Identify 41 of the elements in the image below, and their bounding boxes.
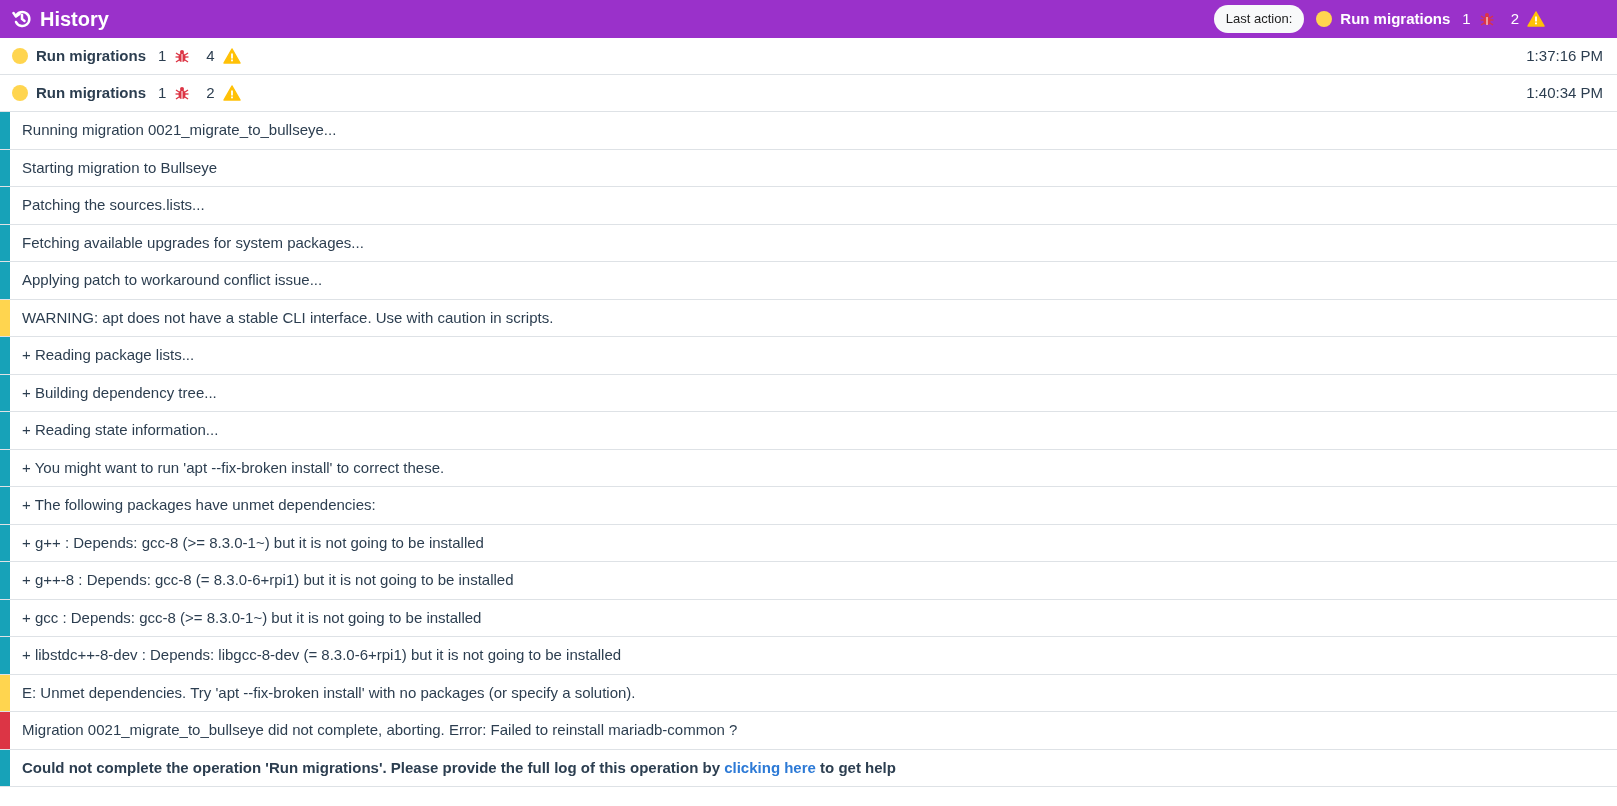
log-message: + Building dependency tree...: [22, 382, 217, 403]
header-title: History: [40, 7, 109, 32]
warning-icon: [222, 85, 241, 101]
help-link[interactable]: clicking here: [724, 758, 816, 776]
log-message: + The following packages have unmet dependencies:: [22, 495, 376, 515]
log-message: + gcc : Depends: gcc-8 (>= 8.3.0-1~) but it is not going to be installed: [22, 607, 482, 628]
bug-icon: [174, 48, 191, 64]
log-message: Patching the sources.lists...: [22, 195, 205, 215]
warning-icon: [1527, 11, 1545, 27]
last-action-label: Last action:: [1213, 5, 1305, 33]
log-message: Running migration 0021_migrate_to_bullseye...: [22, 120, 337, 140]
operation-row[interactable]: Run migrations 1 4 1:37:16 PM: [0, 38, 1617, 75]
operation-name: Run migrations: [36, 82, 146, 103]
log-message: Fetching available upgrades for system packages...: [22, 232, 364, 253]
bug-icon: [1478, 11, 1495, 27]
error-count: 1: [158, 45, 167, 66]
warning-count: 2: [206, 82, 215, 103]
log-message: + You might want to run 'apt --fix-broken install' to correct these.: [22, 457, 445, 478]
operation-row[interactable]: Run migrations 1 2 1:40:34 PM: [0, 75, 1617, 112]
warning-count: 2: [1510, 8, 1519, 29]
log-message: + libstdc++-8-dev : Depends: libgcc-8-dev (= 8.3.0-6+rpi1) but it is not going to be installed: [22, 645, 622, 665]
operation-name: Run migrations: [1340, 8, 1451, 29]
bug-icon: [174, 85, 191, 101]
log-message: + Reading package lists...: [22, 345, 195, 365]
history-icon: [12, 9, 32, 29]
warning-count: 4: [206, 45, 215, 66]
log-message: Applying patch to workaround conflict issue...: [22, 270, 323, 290]
error-count: 1: [158, 82, 167, 103]
log-message: + Reading state information...: [22, 420, 219, 440]
operation-name: Run migrations: [36, 45, 146, 66]
log-message: Could not complete the operation 'Run migrations'. Please provide the full log of this operation by clicking here to get help: [22, 757, 896, 778]
operation-time: 1:40:34 PM: [1526, 82, 1603, 103]
log-message: Migration 0021_migrate_to_bullseye did not complete, aborting. Error: Failed to reinstall mariadb-common ?: [22, 720, 738, 740]
warning-icon: [222, 48, 241, 64]
log-message: + g++ : Depends: gcc-8 (>= 8.3.0-1~) but it is not going to be installed: [22, 532, 484, 553]
error-count: 1: [1462, 8, 1471, 29]
log-message: Starting migration to Bullseye: [22, 157, 218, 178]
log-message: WARNING: apt does not have a stable CLI interface. Use with caution in scripts.: [22, 307, 554, 328]
log-message: + g++-8 : Depends: gcc-8 (= 8.3.0-6+rpi1) but it is not going to be installed: [22, 570, 514, 590]
log-message: E: Unmet dependencies. Try 'apt --fix-broken install' with no packages (or specify a solution).: [22, 682, 636, 703]
operation-time: 1:37:16 PM: [1526, 45, 1603, 66]
